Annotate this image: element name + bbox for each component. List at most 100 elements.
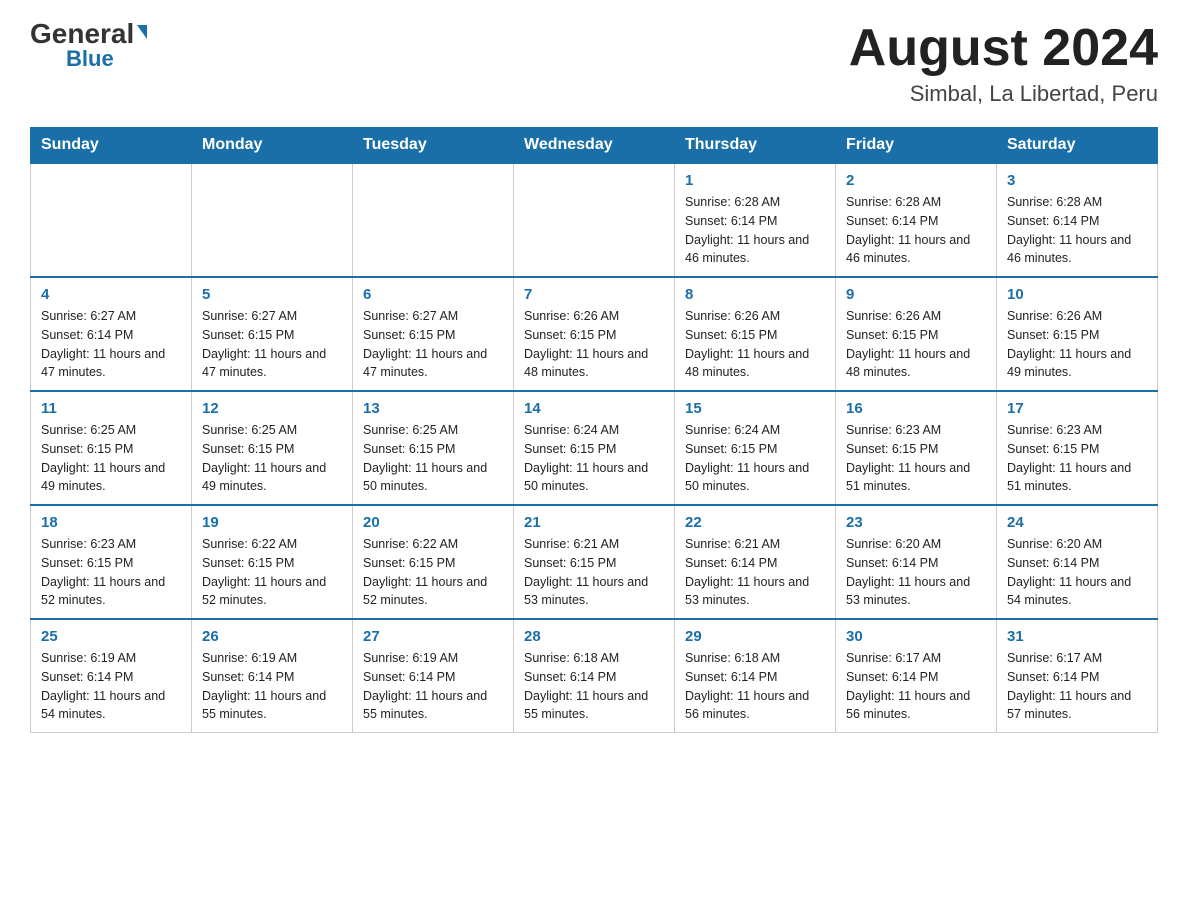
- calendar-cell: 25 Sunrise: 6:19 AMSunset: 6:14 PMDayligh…: [31, 619, 192, 733]
- day-info: Sunrise: 6:26 AMSunset: 6:15 PMDaylight:…: [846, 307, 986, 382]
- day-number: 18: [41, 514, 181, 531]
- calendar-cell: 24 Sunrise: 6:20 AMSunset: 6:14 PMDayligh…: [997, 505, 1158, 619]
- day-info: Sunrise: 6:23 AMSunset: 6:15 PMDaylight:…: [846, 421, 986, 496]
- calendar-cell: 31 Sunrise: 6:17 AMSunset: 6:14 PMDayligh…: [997, 619, 1158, 733]
- day-number: 9: [846, 286, 986, 303]
- calendar-cell: 17 Sunrise: 6:23 AMSunset: 6:15 PMDayligh…: [997, 391, 1158, 505]
- day-info: Sunrise: 6:26 AMSunset: 6:15 PMDaylight:…: [524, 307, 664, 382]
- day-info: Sunrise: 6:23 AMSunset: 6:15 PMDaylight:…: [1007, 421, 1147, 496]
- day-of-week-header: Tuesday: [353, 128, 514, 164]
- calendar-cell: [514, 163, 675, 277]
- calendar-cell: 11 Sunrise: 6:25 AMSunset: 6:15 PMDayligh…: [31, 391, 192, 505]
- calendar-week-row: 18Sunrise: 6:23 AMSunset: 6:15 PMDayligh…: [31, 505, 1158, 619]
- calendar-cell: [31, 163, 192, 277]
- calendar-cell: 16 Sunrise: 6:23 AMSunset: 6:15 PMDayligh…: [836, 391, 997, 505]
- calendar-cell: [353, 163, 514, 277]
- day-number: 24: [1007, 514, 1147, 531]
- day-of-week-header: Wednesday: [514, 128, 675, 164]
- calendar-week-row: 25 Sunrise: 6:19 AMSunset: 6:14 PMDayligh…: [31, 619, 1158, 733]
- calendar-cell: 15 Sunrise: 6:24 AMSunset: 6:15 PMDayligh…: [675, 391, 836, 505]
- calendar-cell: 5Sunrise: 6:27 AMSunset: 6:15 PMDaylight…: [192, 277, 353, 391]
- calendar-cell: 19 Sunrise: 6:22 AMSunset: 6:15 PMDayligh…: [192, 505, 353, 619]
- calendar-cell: 29 Sunrise: 6:18 AMSunset: 6:14 PMDayligh…: [675, 619, 836, 733]
- day-number: 21: [524, 514, 664, 531]
- day-info: Sunrise: 6:27 AMSunset: 6:15 PMDaylight:…: [363, 307, 503, 382]
- day-number: 20: [363, 514, 503, 531]
- calendar-cell: 22 Sunrise: 6:21 AMSunset: 6:14 PMDayligh…: [675, 505, 836, 619]
- logo-triangle-icon: [137, 25, 147, 39]
- day-of-week-header: Saturday: [997, 128, 1158, 164]
- day-number: 13: [363, 400, 503, 417]
- calendar-cell: 26Sunrise: 6:19 AMSunset: 6:14 PMDayligh…: [192, 619, 353, 733]
- day-number: 2: [846, 172, 986, 189]
- day-info: Sunrise: 6:28 AMSunset: 6:14 PMDaylight:…: [1007, 193, 1147, 268]
- calendar-cell: 21 Sunrise: 6:21 AMSunset: 6:15 PMDayligh…: [514, 505, 675, 619]
- day-info: Sunrise: 6:22 AMSunset: 6:15 PMDaylight:…: [202, 535, 342, 610]
- day-info: Sunrise: 6:21 AMSunset: 6:15 PMDaylight:…: [524, 535, 664, 610]
- calendar-cell: 30 Sunrise: 6:17 AMSunset: 6:14 PMDayligh…: [836, 619, 997, 733]
- day-number: 4: [41, 286, 181, 303]
- day-info: Sunrise: 6:24 AMSunset: 6:15 PMDaylight:…: [524, 421, 664, 496]
- day-number: 5: [202, 286, 342, 303]
- day-info: Sunrise: 6:24 AMSunset: 6:15 PMDaylight:…: [685, 421, 825, 496]
- day-number: 15: [685, 400, 825, 417]
- day-number: 10: [1007, 286, 1147, 303]
- day-number: 28: [524, 628, 664, 645]
- day-info: Sunrise: 6:19 AMSunset: 6:14 PMDaylight:…: [41, 649, 181, 724]
- day-info: Sunrise: 6:20 AMSunset: 6:14 PMDaylight:…: [1007, 535, 1147, 610]
- day-number: 25: [41, 628, 181, 645]
- day-info: Sunrise: 6:19 AMSunset: 6:14 PMDaylight:…: [363, 649, 503, 724]
- calendar-cell: 20 Sunrise: 6:22 AMSunset: 6:15 PMDayligh…: [353, 505, 514, 619]
- day-of-week-header: Monday: [192, 128, 353, 164]
- calendar-cell: 1Sunrise: 6:28 AMSunset: 6:14 PMDaylight…: [675, 163, 836, 277]
- page-header: General Blue August 2024 Simbal, La Libe…: [30, 20, 1158, 107]
- calendar-cell: 23Sunrise: 6:20 AMSunset: 6:14 PMDayligh…: [836, 505, 997, 619]
- day-number: 8: [685, 286, 825, 303]
- day-number: 29: [685, 628, 825, 645]
- logo-blue-text: Blue: [66, 48, 114, 70]
- calendar-cell: 27 Sunrise: 6:19 AMSunset: 6:14 PMDayligh…: [353, 619, 514, 733]
- day-info: Sunrise: 6:17 AMSunset: 6:14 PMDaylight:…: [846, 649, 986, 724]
- day-number: 27: [363, 628, 503, 645]
- calendar-cell: 7 Sunrise: 6:26 AMSunset: 6:15 PMDaylight…: [514, 277, 675, 391]
- month-title: August 2024: [849, 20, 1158, 77]
- day-number: 3: [1007, 172, 1147, 189]
- calendar-cell: 10 Sunrise: 6:26 AMSunset: 6:15 PMDayligh…: [997, 277, 1158, 391]
- day-info: Sunrise: 6:28 AMSunset: 6:14 PMDaylight:…: [846, 193, 986, 268]
- calendar-cell: 6 Sunrise: 6:27 AMSunset: 6:15 PMDaylight…: [353, 277, 514, 391]
- day-number: 7: [524, 286, 664, 303]
- logo-general-text: General: [30, 20, 134, 48]
- calendar-cell: 28 Sunrise: 6:18 AMSunset: 6:14 PMDayligh…: [514, 619, 675, 733]
- day-info: Sunrise: 6:26 AMSunset: 6:15 PMDaylight:…: [1007, 307, 1147, 382]
- day-info: Sunrise: 6:18 AMSunset: 6:14 PMDaylight:…: [685, 649, 825, 724]
- calendar-cell: 8 Sunrise: 6:26 AMSunset: 6:15 PMDaylight…: [675, 277, 836, 391]
- calendar-cell: 14Sunrise: 6:24 AMSunset: 6:15 PMDayligh…: [514, 391, 675, 505]
- calendar-cell: 18Sunrise: 6:23 AMSunset: 6:15 PMDayligh…: [31, 505, 192, 619]
- day-info: Sunrise: 6:25 AMSunset: 6:15 PMDaylight:…: [41, 421, 181, 496]
- day-info: Sunrise: 6:21 AMSunset: 6:14 PMDaylight:…: [685, 535, 825, 610]
- day-info: Sunrise: 6:19 AMSunset: 6:14 PMDaylight:…: [202, 649, 342, 724]
- calendar-cell: 2 Sunrise: 6:28 AMSunset: 6:14 PMDaylight…: [836, 163, 997, 277]
- day-number: 22: [685, 514, 825, 531]
- day-number: 17: [1007, 400, 1147, 417]
- day-info: Sunrise: 6:18 AMSunset: 6:14 PMDaylight:…: [524, 649, 664, 724]
- day-number: 6: [363, 286, 503, 303]
- calendar-week-row: 1Sunrise: 6:28 AMSunset: 6:14 PMDaylight…: [31, 163, 1158, 277]
- logo: General Blue: [30, 20, 147, 70]
- day-number: 30: [846, 628, 986, 645]
- day-number: 16: [846, 400, 986, 417]
- calendar-header-row: SundayMondayTuesdayWednesdayThursdayFrid…: [31, 128, 1158, 164]
- day-number: 31: [1007, 628, 1147, 645]
- day-number: 19: [202, 514, 342, 531]
- day-of-week-header: Friday: [836, 128, 997, 164]
- day-number: 23: [846, 514, 986, 531]
- day-info: Sunrise: 6:25 AMSunset: 6:15 PMDaylight:…: [202, 421, 342, 496]
- day-info: Sunrise: 6:26 AMSunset: 6:15 PMDaylight:…: [685, 307, 825, 382]
- calendar-week-row: 4Sunrise: 6:27 AMSunset: 6:14 PMDaylight…: [31, 277, 1158, 391]
- day-number: 11: [41, 400, 181, 417]
- day-info: Sunrise: 6:17 AMSunset: 6:14 PMDaylight:…: [1007, 649, 1147, 724]
- title-block: August 2024 Simbal, La Libertad, Peru: [849, 20, 1158, 107]
- calendar-cell: 12Sunrise: 6:25 AMSunset: 6:15 PMDayligh…: [192, 391, 353, 505]
- day-info: Sunrise: 6:22 AMSunset: 6:15 PMDaylight:…: [363, 535, 503, 610]
- location-title: Simbal, La Libertad, Peru: [849, 81, 1158, 107]
